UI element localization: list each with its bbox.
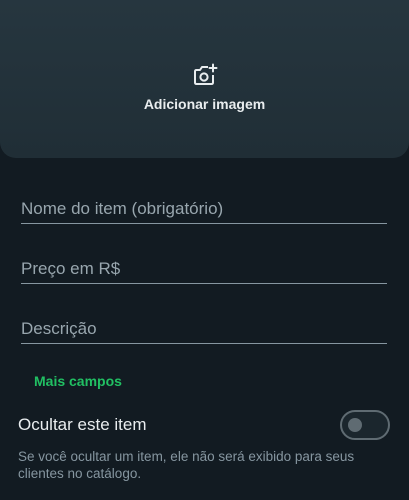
- item-name-field[interactable]: [21, 193, 387, 224]
- add-image-label: Adicionar imagem: [143, 96, 266, 112]
- item-price-field[interactable]: [21, 253, 387, 284]
- more-fields-button[interactable]: Mais campos: [34, 373, 122, 389]
- hide-item-title: Ocultar este item: [18, 415, 147, 434]
- hide-item-toggle[interactable]: [340, 410, 390, 440]
- item-name-input[interactable]: [21, 199, 387, 219]
- add-image-area[interactable]: Adicionar imagem: [0, 0, 409, 158]
- item-description-input[interactable]: [21, 319, 387, 339]
- add-image-button[interactable]: Adicionar imagem: [0, 62, 409, 112]
- add-photo-icon: [192, 62, 218, 88]
- item-price-input[interactable]: [21, 259, 387, 279]
- toggle-knob: [348, 418, 362, 432]
- hide-item-description: Se você ocultar um item, ele não será ex…: [18, 449, 355, 481]
- item-description-field[interactable]: [21, 313, 387, 344]
